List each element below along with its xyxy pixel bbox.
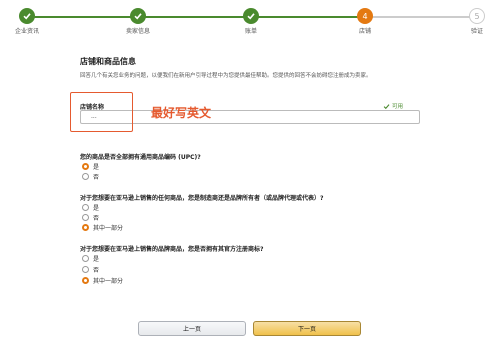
radio-selected[interactable] (82, 163, 89, 170)
radio-option[interactable]: 其中一部分 (82, 276, 123, 285)
radio-option[interactable]: 其中一部分 (82, 223, 123, 232)
step-label: 账单 (244, 28, 258, 35)
step-3-check-icon (243, 8, 259, 24)
option-label: 是 (93, 256, 100, 263)
question-manufacturer: 对于您想要在亚马逊上销售的任何商品，您是制造商还是品牌所有者（或品牌代理或代表）… (80, 195, 324, 202)
step-label: 企业资讯 (14, 28, 40, 35)
step-connector (140, 16, 252, 18)
next-page-button[interactable]: 下一页 (253, 321, 361, 336)
step-number: 5 (474, 11, 480, 21)
previous-page-button[interactable]: 上一页 (138, 321, 246, 336)
question-upc: 您的商品是否全部拥有通用商品编码 (UPC)? (80, 154, 201, 161)
option-label: 是 (93, 164, 100, 171)
radio-selected[interactable] (82, 224, 89, 231)
radio-selected[interactable] (82, 277, 89, 284)
option-label: 其中一部分 (93, 278, 124, 285)
radio-button[interactable] (82, 173, 89, 180)
radio-option[interactable]: 是 (82, 203, 99, 212)
option-label: 否 (93, 267, 100, 274)
question-trademark: 对于您想要在亚马逊上销售的品牌商品，您是否拥有其官方注册商标? (80, 246, 264, 253)
step-4-current: 4 (357, 8, 373, 24)
radio-option[interactable]: 否 (82, 213, 99, 222)
radio-option[interactable]: 是 (82, 254, 99, 263)
radio-option[interactable]: 是 (82, 162, 99, 171)
annotation-text: 最好写英文 (151, 106, 212, 120)
step-1-check-icon (19, 8, 35, 24)
step-5-pending: 5 (469, 8, 485, 24)
option-label: 是 (93, 205, 100, 212)
section-title: 店铺和商品信息 (80, 57, 136, 66)
step-2-check-icon (130, 8, 146, 24)
step-connector (365, 16, 475, 18)
step-connector (30, 16, 140, 18)
store-info-section: 店铺和商品信息 回答几个有关您业务的问题，以便我们在新用户引导过程中为您提供最佳… (80, 56, 430, 79)
availability-indicator: 可用 (383, 102, 403, 110)
radio-button[interactable] (82, 214, 89, 221)
step-label: 卖家信息 (125, 28, 151, 35)
section-description: 回答几个有关您业务的问题，以便我们在新用户引导过程中为您提供最佳帮助。您提供的回… (80, 73, 372, 79)
availability-text: 可用 (392, 104, 404, 110)
check-icon (383, 103, 390, 109)
radio-button[interactable] (82, 204, 89, 211)
radio-button[interactable] (82, 266, 89, 273)
option-label: 否 (93, 215, 100, 222)
radio-option[interactable]: 否 (82, 265, 99, 274)
step-label: 验证 (470, 28, 484, 35)
radio-button[interactable] (82, 255, 89, 262)
progress-stepper: 4 5 企业资讯 卖家信息 账单 店铺 验证 (0, 0, 499, 40)
step-connector (252, 16, 365, 18)
option-label: 其中一部分 (93, 225, 124, 232)
option-label: 否 (93, 174, 100, 181)
step-label: 店铺 (358, 28, 372, 35)
annotation-highlight-box (70, 92, 133, 132)
step-number: 4 (362, 11, 368, 21)
radio-option[interactable]: 否 (82, 172, 99, 181)
